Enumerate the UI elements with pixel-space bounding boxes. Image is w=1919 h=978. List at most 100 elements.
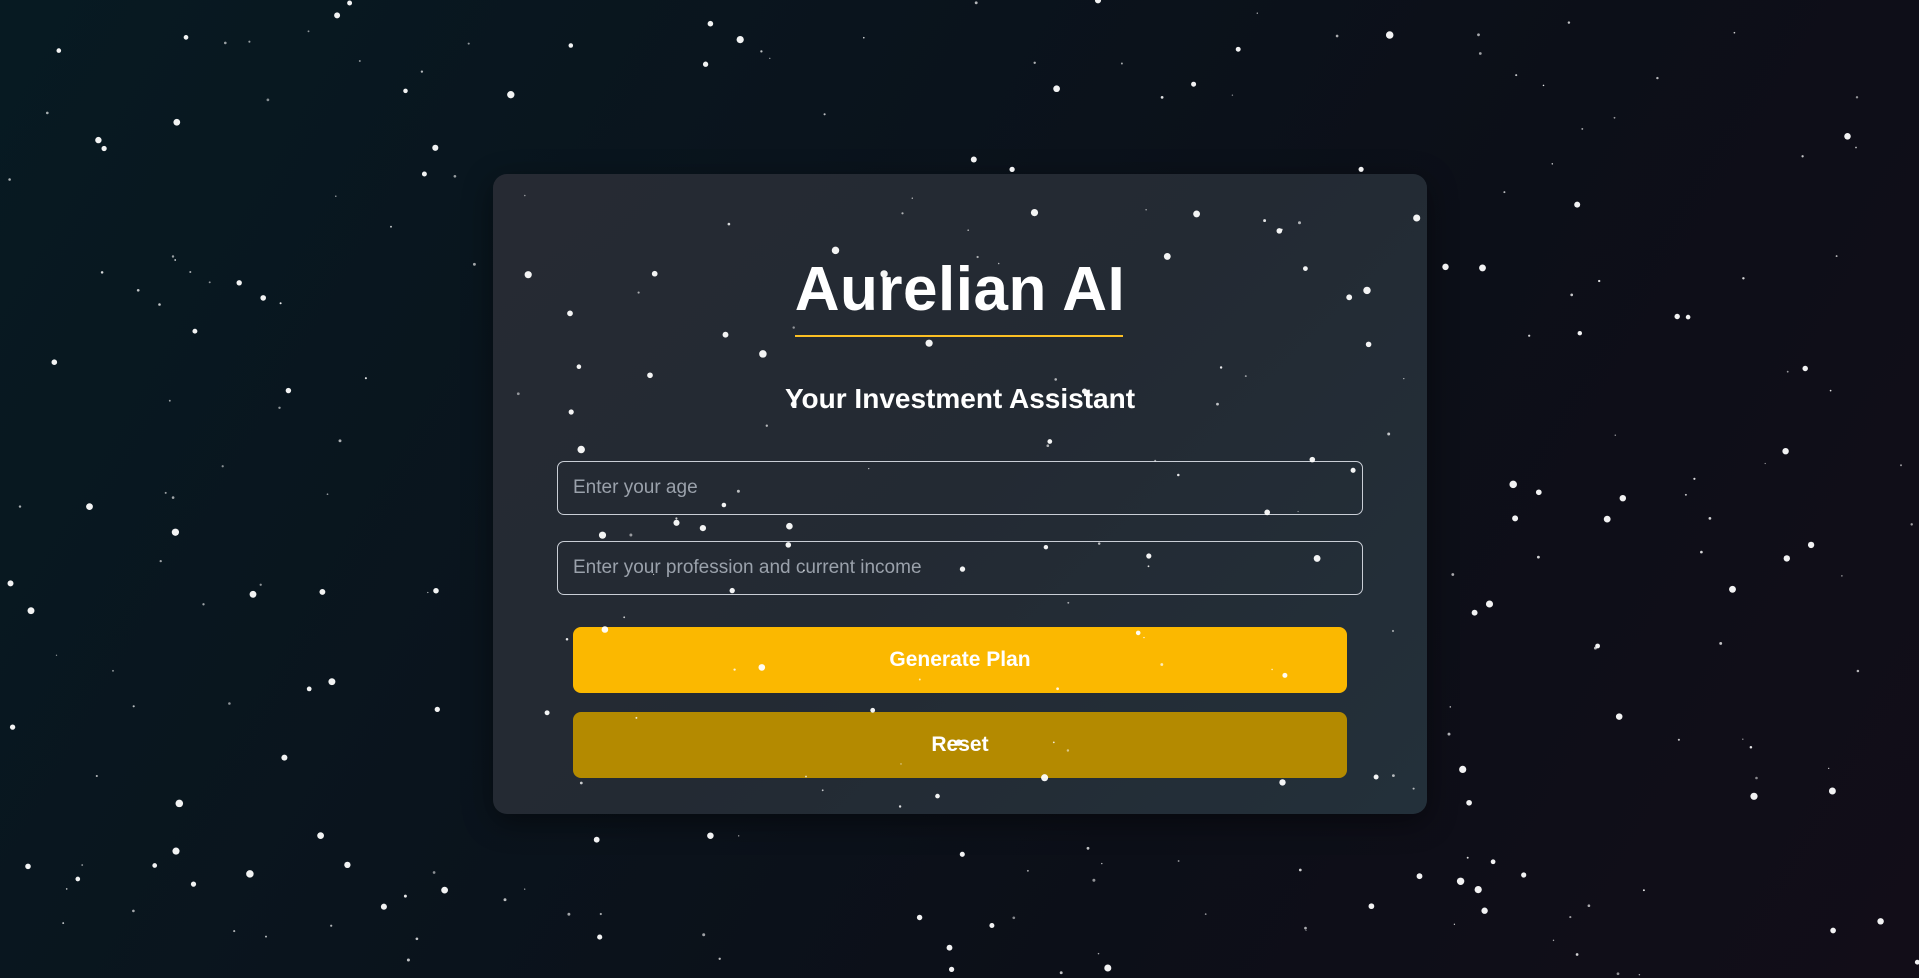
star [1335,34,1339,38]
star [974,1,978,5]
star [738,835,740,837]
star [567,912,571,916]
generate-plan-button[interactable]: Generate Plan [573,627,1347,693]
star [27,607,35,615]
profession-income-input[interactable] [557,541,1363,595]
star [1855,96,1859,99]
star [1786,370,1789,373]
star [338,439,342,443]
star [707,832,714,839]
star [1828,767,1830,770]
star [1614,434,1617,437]
star [101,145,107,152]
star [1638,973,1641,976]
age-input[interactable] [557,461,1363,515]
title-underline [795,335,1123,337]
star [1059,971,1063,975]
star [1587,904,1591,908]
star [1828,787,1836,795]
star [453,174,457,178]
star [1841,575,1843,577]
star [75,876,81,882]
star [432,871,436,874]
star [1094,0,1102,4]
star [173,118,181,126]
star [707,20,714,27]
star [1177,860,1180,862]
star [1615,713,1623,720]
star [1700,550,1703,554]
star [1677,738,1680,741]
star [223,41,227,45]
star [306,686,312,692]
star [989,922,995,929]
star [1742,738,1744,740]
star [62,922,65,925]
star [1542,84,1545,87]
star [1358,166,1364,172]
star [334,12,341,19]
star [51,359,58,366]
star [406,958,410,962]
star [18,505,22,508]
star [1160,96,1164,99]
star [597,934,603,940]
star [441,886,448,894]
star [702,933,706,937]
star [132,909,135,913]
star [1569,916,1572,919]
star [1567,21,1571,24]
star [1856,669,1860,673]
star [1503,191,1506,194]
star [1456,877,1465,886]
star [1750,792,1758,800]
star [1451,573,1455,576]
star [1447,732,1451,736]
star [1684,493,1687,496]
star [259,583,262,586]
star [1101,862,1103,865]
star [136,288,140,292]
star [1877,918,1884,925]
star [86,503,93,510]
star [1536,555,1540,559]
star [524,888,526,890]
star [970,156,977,163]
star [171,496,175,499]
star [265,935,267,938]
star [171,255,175,258]
star [1097,952,1100,955]
star [1575,953,1579,956]
star [233,930,236,933]
star [100,271,104,274]
star [1053,85,1060,93]
star [1656,76,1659,80]
star [1749,745,1753,749]
star [1616,972,1620,976]
star [1674,313,1680,320]
star [823,113,826,116]
star [1708,517,1712,520]
star [1577,330,1583,336]
star [1235,46,1241,52]
star [1191,81,1197,87]
star [65,888,68,890]
star [959,851,965,857]
star [236,280,242,286]
star [25,863,31,870]
star [1855,146,1857,149]
star [1466,856,1469,859]
star [260,295,267,301]
star [1830,927,1836,934]
star [1719,641,1723,645]
star [1619,494,1627,502]
star [380,903,387,910]
reset-button[interactable]: Reset [573,712,1347,778]
star [95,774,98,778]
star [358,60,361,62]
star [248,40,251,43]
star [152,863,158,868]
star [56,48,62,53]
star [8,178,11,181]
star [164,491,167,494]
